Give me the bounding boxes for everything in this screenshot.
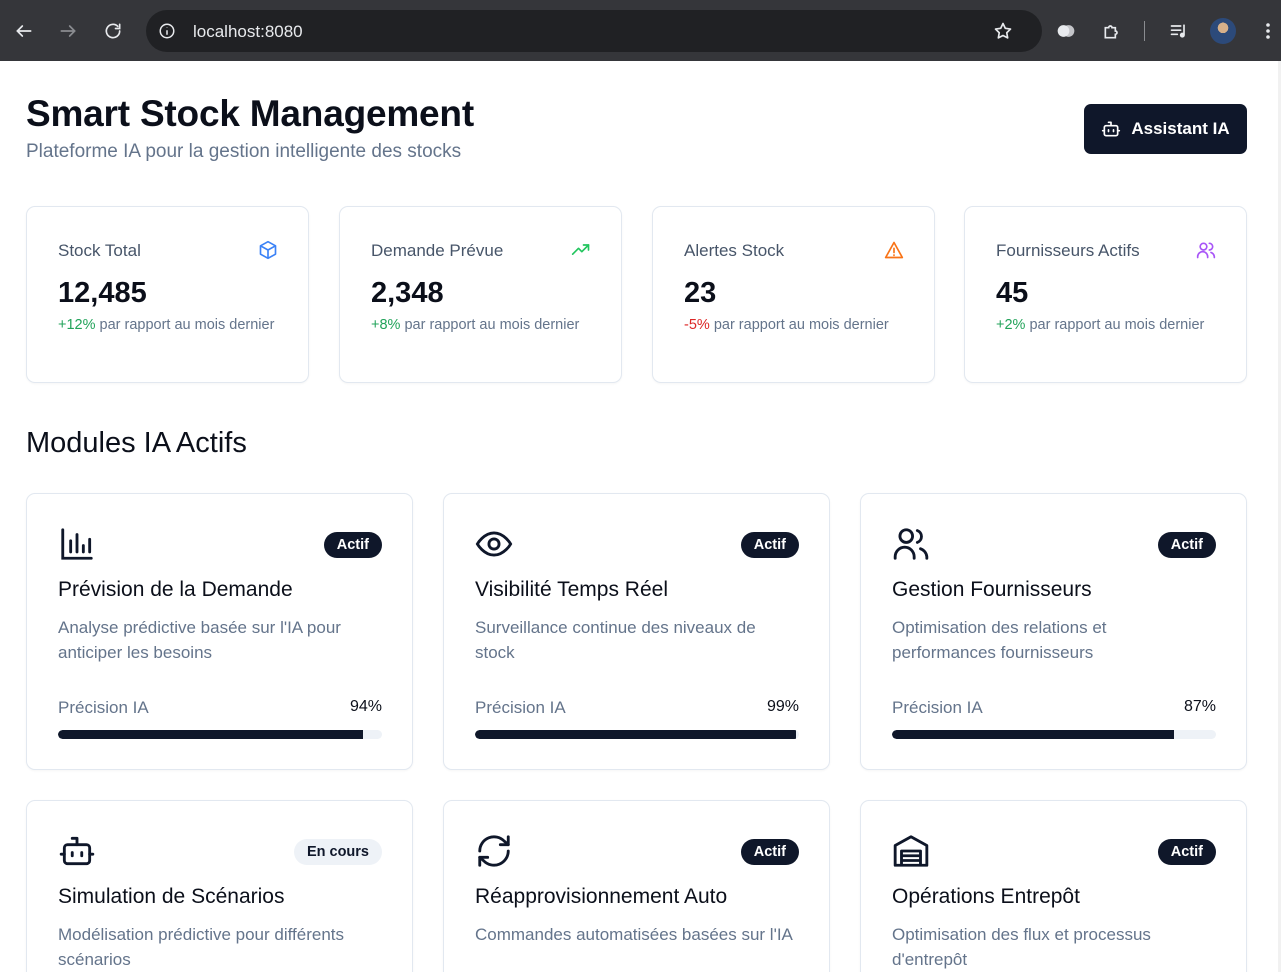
trend-text: par rapport au mois dernier <box>95 317 275 333</box>
trend-text: par rapport au mois dernier <box>400 317 580 333</box>
box-icon <box>259 240 277 260</box>
users-icon <box>893 528 929 560</box>
puzzle-icon[interactable] <box>1099 18 1125 44</box>
trend-change: +12% <box>58 317 96 333</box>
reload-icon <box>105 23 121 39</box>
module-card-prevision[interactable]: Actif Prévision de la Demande Analyse pr… <box>26 493 413 770</box>
trend-change: +8% <box>371 317 401 333</box>
stat-label: Demande Prévue <box>371 241 504 260</box>
forward-button[interactable] <box>54 17 82 45</box>
page-content: Smart Stock Management Plateforme IA pou… <box>0 61 1281 972</box>
stat-card-stock-total: Stock Total 12,485 +12% par rapport au m… <box>26 206 309 383</box>
warehouse-icon <box>893 835 929 867</box>
status-badge: Actif <box>1157 532 1216 558</box>
stat-card-demande-prevue: Demande Prévue 2,348 +8% par rapport au … <box>339 206 622 383</box>
site-info-icon[interactable] <box>158 22 176 40</box>
precision-value: 99% <box>766 698 799 715</box>
module-description: Optimisation des flux et processus d'ent… <box>892 925 1151 969</box>
trend-text: par rapport au mois dernier <box>1025 317 1205 333</box>
status-badge: Actif <box>740 839 799 865</box>
stat-trend: +12% par rapport au mois dernier <box>58 315 293 335</box>
arrow-right-icon <box>60 25 76 37</box>
precision-label: Précision IA <box>58 698 149 717</box>
toolbar-divider <box>1144 21 1145 41</box>
stat-value: 23 <box>684 277 717 309</box>
precision-label: Précision IA <box>892 698 983 717</box>
bot-icon <box>59 836 95 866</box>
stat-trend: +8% par rapport au mois dernier <box>371 315 606 335</box>
media-queue-icon[interactable] <box>1166 18 1192 44</box>
status-badge: Actif <box>740 532 799 558</box>
precision-bar <box>475 730 799 739</box>
precision-bar-fill <box>892 730 1174 739</box>
status-badge: En cours <box>293 839 382 865</box>
page-title: Smart Stock Management <box>26 93 474 134</box>
precision-value: 87% <box>1183 698 1216 715</box>
module-card-entrepot[interactable]: Actif Opérations Entrepôt Optimisation d… <box>860 800 1247 972</box>
back-button[interactable] <box>10 17 38 45</box>
precision-bar-fill <box>475 730 796 739</box>
module-card-reapprovisionnement[interactable]: Actif Réapprovisionnement Auto Commandes… <box>443 800 830 972</box>
stat-label: Alertes Stock <box>684 241 785 260</box>
module-description: Modélisation prédictive pour différents … <box>58 925 345 969</box>
module-description: Commandes automatisées basées sur l'IA <box>475 925 793 944</box>
refresh-icon <box>478 835 510 867</box>
trending-up-icon <box>571 244 590 255</box>
bookmark-star-icon[interactable] <box>993 21 1013 41</box>
stat-value: 12,485 <box>58 277 147 309</box>
module-title: Simulation de Scénarios <box>58 885 285 908</box>
assistant-ia-label: Assistant IA <box>1131 119 1230 138</box>
bar-chart-icon <box>61 528 93 560</box>
stat-label: Fournisseurs Actifs <box>996 241 1140 260</box>
users-icon <box>1196 242 1216 259</box>
page-subtitle: Plateforme IA pour la gestion intelligen… <box>26 141 462 162</box>
precision-label: Précision IA <box>475 698 566 717</box>
module-title: Réapprovisionnement Auto <box>475 885 728 908</box>
bot-icon <box>1102 121 1121 137</box>
modules-section-title: Modules IA Actifs <box>26 427 247 459</box>
stat-card-alertes-stock: Alertes Stock 23 -5% par rapport au mois… <box>652 206 935 383</box>
precision-bar-fill <box>58 730 363 739</box>
menu-kebab-icon[interactable] <box>1255 18 1281 44</box>
module-description: Surveillance continue des niveaux de sto… <box>475 618 756 662</box>
module-card-visibilite[interactable]: Actif Visibilité Temps Réel Surveillance… <box>443 493 830 770</box>
stat-card-fournisseurs-actifs: Fournisseurs Actifs 45 +2% par rapport a… <box>964 206 1247 383</box>
status-badge: Actif <box>1157 839 1216 865</box>
address-bar[interactable]: localhost:8080 <box>146 10 1042 52</box>
alert-triangle-icon <box>884 241 904 259</box>
arrow-left-icon <box>16 25 32 37</box>
module-card-fournisseurs[interactable]: Actif Gestion Fournisseurs Optimisation … <box>860 493 1247 770</box>
reload-button[interactable] <box>99 17 127 45</box>
stat-trend: +2% par rapport au mois dernier <box>996 315 1231 335</box>
module-title: Visibilité Temps Réel <box>475 578 668 601</box>
precision-value: 94% <box>349 698 382 715</box>
module-description: Optimisation des relations et performanc… <box>892 618 1107 662</box>
trend-change: -5% <box>684 317 710 333</box>
trend-text: par rapport au mois dernier <box>709 317 889 333</box>
profile-avatar[interactable] <box>1210 18 1236 44</box>
extension-cookie-icon[interactable] <box>1053 18 1079 44</box>
module-title: Prévision de la Demande <box>58 578 293 601</box>
stat-value: 2,348 <box>371 277 444 309</box>
trend-change: +2% <box>996 317 1026 333</box>
precision-bar <box>58 730 382 739</box>
stat-label: Stock Total <box>58 241 141 260</box>
status-badge: Actif <box>323 532 382 558</box>
eye-icon <box>475 531 513 557</box>
module-title: Opérations Entrepôt <box>892 885 1080 908</box>
stat-trend: -5% par rapport au mois dernier <box>684 315 919 335</box>
url-text[interactable]: localhost:8080 <box>193 22 303 42</box>
precision-bar <box>892 730 1216 739</box>
browser-toolbar: localhost:8080 <box>0 0 1281 61</box>
module-description: Analyse prédictive basée sur l'IA pour a… <box>58 618 341 662</box>
assistant-ia-button[interactable]: Assistant IA <box>1084 104 1247 154</box>
module-title: Gestion Fournisseurs <box>892 578 1092 601</box>
stat-value: 45 <box>996 277 1029 309</box>
module-card-simulation[interactable]: En cours Simulation de Scénarios Modélis… <box>26 800 413 972</box>
